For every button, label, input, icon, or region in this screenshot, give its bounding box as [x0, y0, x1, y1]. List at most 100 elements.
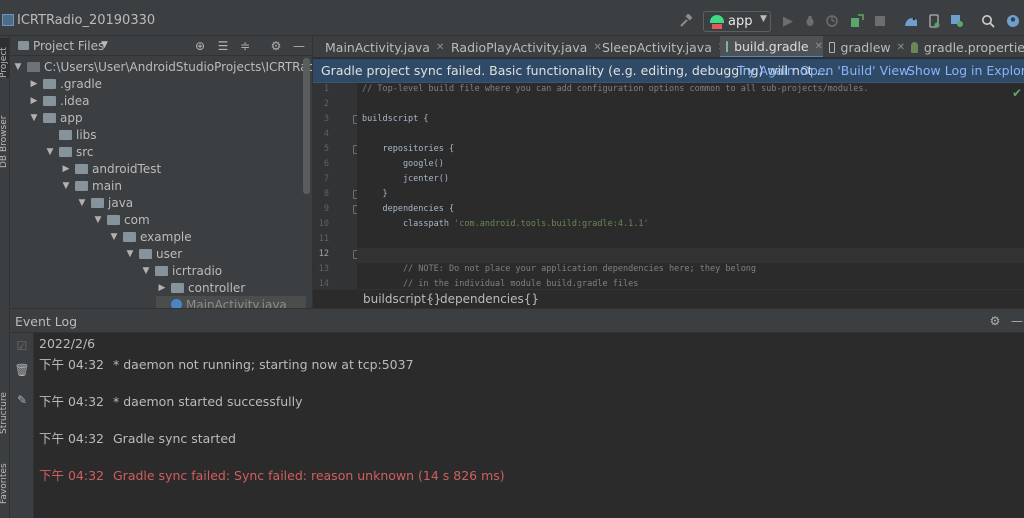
collapse-all-icon[interactable]: ≑ — [237, 38, 253, 54]
line-number: 2 — [323, 99, 329, 109]
expand-all-icon[interactable]: ☰ — [215, 38, 231, 54]
code-line: // Top-level build file where you can ad… — [362, 84, 869, 94]
structure-tool-tab[interactable]: Structure — [0, 378, 9, 434]
log-text[interactable]: Gradle sync failed: Sync failed: reason … — [113, 468, 505, 483]
code-line: jcenter() — [362, 174, 449, 184]
tab-radioplayactivity[interactable]: RadioPlayActivity.java ✕ — [439, 36, 602, 57]
tree-item[interactable]: MainActivity.java — [156, 296, 306, 308]
apply-changes-icon[interactable] — [847, 11, 867, 31]
tab-gradlew[interactable]: gradlew ✕ — [823, 36, 905, 57]
code-line: buildscript { — [362, 114, 429, 124]
tree-item-label: androidTest — [92, 161, 162, 176]
stop-icon[interactable] — [870, 11, 890, 31]
gear-icon[interactable]: ⚙ — [268, 38, 284, 54]
db-browser-tool-tab[interactable]: DB Browser — [0, 98, 9, 168]
chevron-right-icon[interactable]: ▶ — [28, 96, 40, 106]
log-text: Gradle sync started — [113, 431, 236, 446]
gear-icon[interactable]: ⚙ — [987, 313, 1003, 329]
chevron-down-icon[interactable]: ▼ — [12, 62, 24, 72]
chevron-right-icon[interactable]: ▶ — [60, 164, 72, 174]
sync-failed-banner: Gradle project sync failed. Basic functi… — [313, 59, 1024, 83]
tree-item[interactable]: ▼ example — [108, 228, 192, 245]
java-class-icon — [171, 299, 182, 308]
chevron-down-icon[interactable]: ▼ — [92, 215, 104, 225]
chevron-down-icon[interactable]: ▼ — [124, 249, 136, 259]
tree-item[interactable]: ▼ user — [124, 245, 183, 262]
tree-item-label: controller — [188, 280, 246, 295]
run-icon[interactable]: ▶ — [778, 11, 798, 31]
tree-item[interactable]: ▼ java — [76, 194, 134, 211]
tree-item[interactable]: ▼ com — [92, 211, 150, 228]
tab-gradle-properties[interactable]: gradle.propertie — [905, 36, 1024, 57]
debug-icon[interactable] — [800, 11, 820, 31]
tree-item[interactable]: ▶ .gradle — [28, 75, 103, 92]
tree-item[interactable]: ▼ icrtradio — [140, 262, 223, 279]
tree-item[interactable]: libs — [44, 126, 97, 143]
tree-item[interactable]: ▶ androidTest — [60, 160, 162, 177]
search-icon[interactable] — [978, 11, 998, 31]
line-number: 10 — [318, 219, 329, 229]
current-line-highlight — [357, 248, 1024, 263]
tree-item[interactable]: ▼ C:\Users\User\AndroidStudioProjects\ICR… — [12, 58, 312, 75]
mark-all-read-icon[interactable]: ☑ — [14, 339, 30, 355]
chevron-down-icon[interactable]: ▼ — [108, 232, 120, 242]
code-line: classpath 'com.android.tools.build:gradl… — [362, 219, 649, 229]
sync-gradle-icon[interactable] — [901, 11, 921, 31]
log-entry-error: 下午 04:32 Gradle sync failed: Sync failed:… — [39, 465, 505, 484]
hammer-icon[interactable] — [676, 11, 696, 31]
show-log-in-explorer-link[interactable]: Show Log in Explorer — [907, 63, 1024, 78]
account-icon[interactable] — [1003, 11, 1023, 31]
tree-item-label: C:\Users\User\AndroidStudioProjects\ICRT… — [44, 59, 312, 74]
close-icon[interactable]: ✕ — [897, 42, 905, 53]
tree-item-label: com — [124, 212, 150, 227]
breadcrumb-item[interactable]: dependencies{} — [440, 292, 539, 306]
log-entry: 下午 04:32 Gradle sync started — [39, 428, 236, 447]
sdk-manager-icon[interactable] — [947, 11, 967, 31]
line-number: 14 — [318, 279, 329, 289]
chevron-down-icon[interactable]: ▼ — [28, 113, 40, 123]
code-editor[interactable]: // Top-level build file where you can ad… — [357, 83, 1024, 289]
device-manager-icon[interactable] — [924, 11, 944, 31]
tab-sleepactivity[interactable]: SleepActivity.java✕ — [590, 36, 726, 57]
tree-item[interactable]: ▼ main — [60, 177, 122, 194]
tree-item[interactable]: ▼ src — [44, 143, 94, 160]
locate-file-icon[interactable]: ⊕ — [192, 38, 208, 54]
line-number: 7 — [323, 174, 329, 184]
project-view-selector[interactable]: Project Files — [33, 39, 104, 53]
tab-mainactivity[interactable]: MainActivity.java ✕ — [313, 36, 444, 57]
tree-item-label: .gradle — [60, 76, 103, 91]
chevron-down-icon[interactable]: ▼ — [140, 266, 152, 276]
project-tool-tab[interactable]: Project — [0, 38, 9, 78]
event-log-toolbar: ☑ 🗑 ✎ — [10, 333, 34, 518]
tree-item[interactable]: ▼ app — [28, 109, 83, 126]
log-entry: 下午 04:32 * daemon started successfully — [39, 391, 303, 410]
line-number: 3 — [323, 114, 329, 124]
terminal-file-icon — [829, 41, 835, 53]
open-build-view-link[interactable]: Open 'Build' View — [800, 63, 909, 78]
tree-item[interactable]: ▶ controller — [156, 279, 246, 296]
project-title: ICRTRadio_20190330 — [17, 13, 156, 28]
tab-build-gradle[interactable]: build.gradle ✕ — [720, 36, 823, 57]
chevron-down-icon[interactable]: ▼ — [101, 40, 108, 50]
chevron-down-icon[interactable]: ▼ — [44, 147, 56, 157]
chevron-right-icon[interactable]: ▶ — [28, 79, 40, 89]
tree-scrollbar[interactable] — [303, 58, 310, 194]
gradle-icon — [911, 41, 918, 53]
tree-item-label: example — [140, 229, 192, 244]
trash-icon[interactable]: 🗑 — [14, 363, 30, 379]
chevron-down-icon[interactable]: ▼ — [76, 198, 88, 208]
favorites-tool-tab[interactable]: Favorites — [0, 450, 9, 504]
minimize-icon[interactable]: — — [1009, 313, 1024, 329]
log-text: * daemon started successfully — [113, 394, 303, 409]
wrench-icon[interactable]: ✎ — [14, 393, 30, 409]
chevron-right-icon[interactable]: ▶ — [156, 283, 168, 293]
minimize-icon[interactable]: — — [291, 38, 307, 54]
try-again-link[interactable]: Try Again — [737, 63, 795, 78]
run-configuration-selector[interactable]: app ▼ — [703, 11, 771, 32]
close-icon[interactable]: ✕ — [815, 41, 823, 52]
chevron-down-icon[interactable]: ▼ — [60, 181, 72, 191]
tree-item[interactable]: ▶ .idea — [28, 92, 90, 109]
line-number: 6 — [323, 159, 329, 169]
profile-icon[interactable] — [822, 11, 842, 31]
folder-icon — [155, 265, 168, 276]
